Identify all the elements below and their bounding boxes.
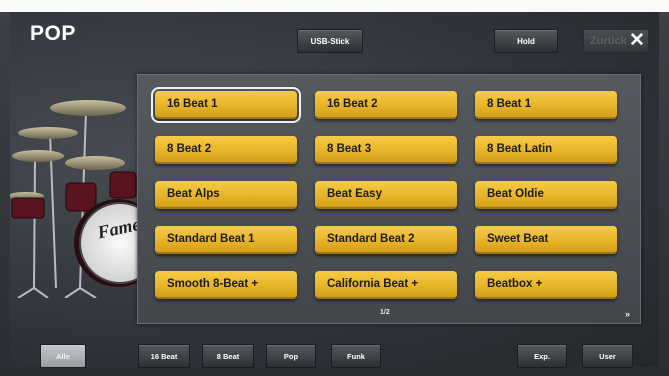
next-page-icon[interactable]: » <box>625 309 630 319</box>
style-button[interactable]: California Beat + <box>315 271 457 299</box>
exp-button[interactable]: Exp. <box>517 344 567 368</box>
style-button[interactable]: Beat Easy <box>315 181 457 209</box>
tom-1 <box>65 182 97 212</box>
style-button[interactable]: Smooth 8-Beat + <box>155 271 297 299</box>
page-title: POP <box>30 22 76 45</box>
cymbal-3 <box>12 150 64 162</box>
cymbal-2 <box>18 127 78 139</box>
category-button-8-beat[interactable]: 8 Beat <box>202 344 254 368</box>
back-button[interactable]: Zurück ✕ <box>583 29 649 53</box>
page-indicator: 1/2 <box>380 309 390 316</box>
style-button[interactable]: 8 Beat 3 <box>315 136 457 164</box>
cymbal-1 <box>50 100 126 116</box>
style-button[interactable]: Beatbox + <box>475 271 617 299</box>
style-button[interactable]: Beat Alps <box>155 181 297 209</box>
style-button[interactable]: 16 Beat 2 <box>315 91 457 119</box>
style-button[interactable]: 8 Beat Latin <box>475 136 617 164</box>
close-icon[interactable]: ✕ <box>626 30 648 52</box>
style-button[interactable]: 8 Beat 2 <box>155 136 297 164</box>
category-button-pop[interactable]: Pop <box>266 344 316 368</box>
category-button-alle[interactable]: Alle <box>40 344 86 368</box>
style-button[interactable]: Sweet Beat <box>475 226 617 254</box>
drum-kit-image: Fame <box>10 100 138 298</box>
style-button[interactable]: 16 Beat 1 <box>151 87 301 123</box>
tom-2 <box>109 171 137 199</box>
back-label: Zurück <box>590 35 627 47</box>
category-button-funk[interactable]: Funk <box>331 344 381 368</box>
category-button-16-beat[interactable]: 16 Beat <box>138 344 190 368</box>
hold-button[interactable]: Hold <box>494 29 558 53</box>
style-button[interactable]: Standard Beat 1 <box>155 226 297 254</box>
style-button[interactable]: Beat Oldie <box>475 181 617 209</box>
cymbal-4 <box>65 156 125 170</box>
snare <box>11 197 45 219</box>
user-button[interactable]: User <box>582 344 633 368</box>
style-button[interactable]: Standard Beat 2 <box>315 226 457 254</box>
usb-stick-button[interactable]: USB-Stick <box>297 29 363 53</box>
style-button[interactable]: 8 Beat 1 <box>475 91 617 119</box>
